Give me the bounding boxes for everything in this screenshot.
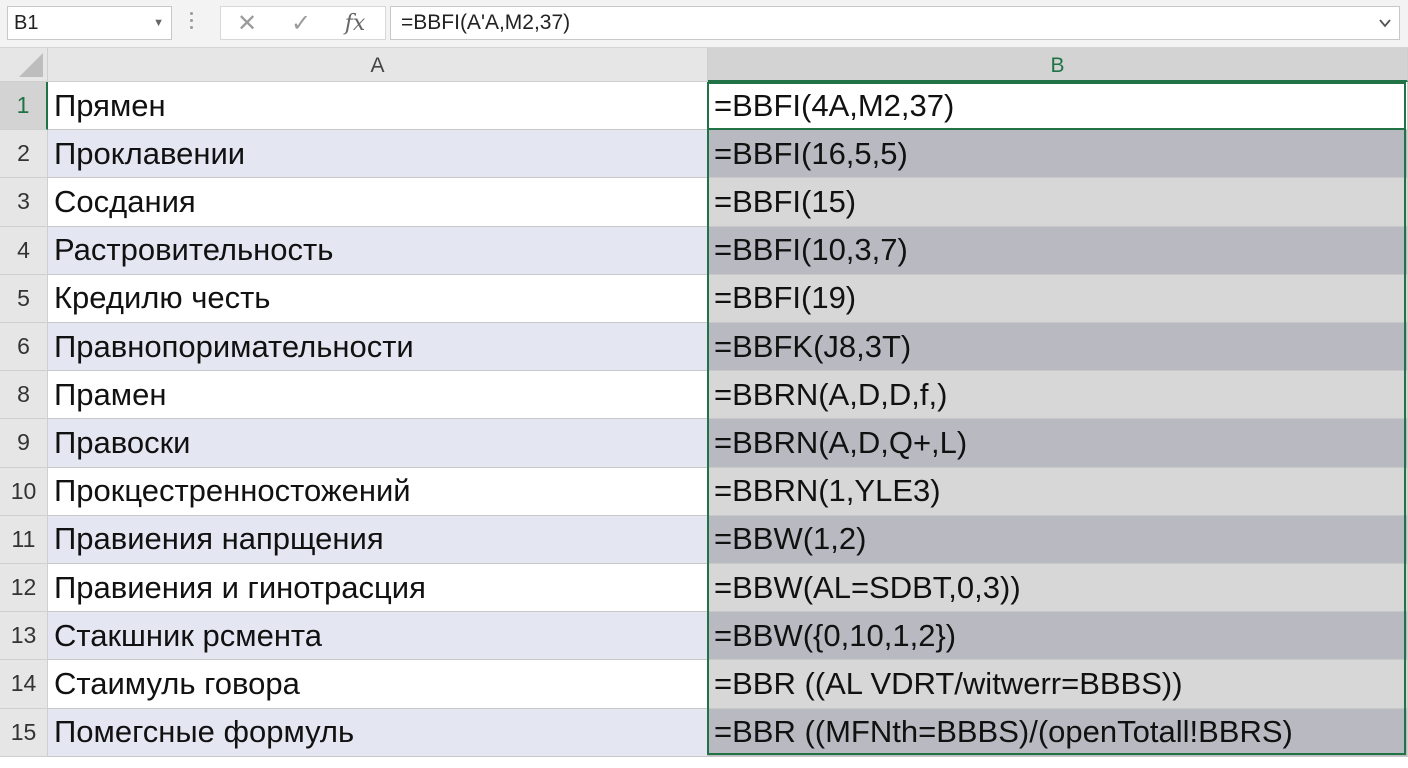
cell-a[interactable]: Помегсные формуль — [48, 708, 708, 757]
cancel-icon[interactable]: ✕ — [227, 7, 267, 39]
drag-handle-icon[interactable] — [190, 12, 194, 34]
cell-a[interactable]: Стакшник рсмента — [48, 612, 708, 661]
column-header-a[interactable]: A — [48, 48, 708, 82]
cell-b[interactable]: =BBRN(1,YLE3) — [708, 467, 1408, 516]
row-header[interactable]: 15 — [0, 708, 48, 757]
insert-function-icon[interactable]: fx — [335, 7, 375, 39]
row-header[interactable]: 8 — [0, 371, 48, 420]
cell-a[interactable]: Растровительность — [48, 226, 708, 275]
formula-bar: B1 ▼ ✕ ✓ fx =BBFI(A'A,M2,37) — [0, 0, 1408, 48]
formula-input[interactable]: =BBFI(A'A,M2,37) — [390, 6, 1400, 40]
cell-b[interactable]: =BBW(1,2) — [708, 515, 1408, 564]
cell-b[interactable]: =BBFI(15) — [708, 178, 1408, 227]
row-header[interactable]: 13 — [0, 612, 48, 661]
cell-a[interactable]: Прямен — [48, 82, 708, 131]
row-header[interactable]: 5 — [0, 274, 48, 323]
enter-icon[interactable]: ✓ — [281, 7, 321, 39]
cell-a[interactable]: Стаимуль говора — [48, 660, 708, 709]
row-header[interactable]: 11 — [0, 515, 48, 564]
cell-a[interactable]: Правнопоримательности — [48, 323, 708, 372]
cell-b[interactable]: =BBW(AL=SDBT,0,3)) — [708, 564, 1408, 613]
cell-a[interactable]: Правиения и гинотрасция — [48, 564, 708, 613]
cell-b[interactable]: =BBFI(4A,M2,37) — [708, 82, 1408, 131]
chevron-down-icon[interactable]: ▼ — [153, 7, 164, 39]
cell-a[interactable]: Прокцестренностожений — [48, 467, 708, 516]
cell-a[interactable]: Правоски — [48, 419, 708, 468]
cell-b[interactable]: =BBRN(A,D,Q+,L) — [708, 419, 1408, 468]
cell-a[interactable]: Прамен — [48, 371, 708, 420]
column-header-b[interactable]: B — [708, 48, 1408, 82]
formula-buttons: ✕ ✓ fx — [220, 6, 386, 40]
row-header[interactable]: 2 — [0, 130, 48, 179]
formula-text: =BBFI(A'A,M2,37) — [401, 11, 571, 34]
spreadsheet-grid: A B 1 Прямен =BBFI(4A,M2,37) 2 Проклавении =B… — [0, 48, 1408, 768]
row-header[interactable]: 10 — [0, 467, 48, 516]
row-header[interactable]: 4 — [0, 226, 48, 275]
cell-b[interactable]: =BBR ((MFNth=BBBS)/(openTotall!BBRS) — [708, 708, 1408, 757]
row-header[interactable]: 1 — [0, 82, 48, 131]
name-box[interactable]: B1 ▼ — [7, 6, 172, 40]
cell-b[interactable]: =BBR ((AL VDRT/witwerr=BBBS)) — [708, 660, 1408, 709]
cell-b[interactable]: =BBFI(19) — [708, 274, 1408, 323]
cell-b[interactable]: =BBFI(16,5,5) — [708, 130, 1408, 179]
name-box-value: B1 — [14, 12, 39, 34]
select-all-button[interactable] — [0, 48, 48, 82]
expand-chevron-icon[interactable] — [1377, 15, 1393, 31]
cell-a[interactable]: Правиения напрщения — [48, 515, 708, 564]
cell-a[interactable]: Сосдания — [48, 178, 708, 227]
cell-a[interactable]: Проклавении — [48, 130, 708, 179]
row-header[interactable]: 14 — [0, 660, 48, 709]
cell-b[interactable]: =BBFI(10,3,7) — [708, 226, 1408, 275]
row-header[interactable]: 12 — [0, 564, 48, 613]
row-header[interactable]: 9 — [0, 419, 48, 468]
row-header[interactable]: 3 — [0, 178, 48, 227]
row-header[interactable]: 6 — [0, 323, 48, 372]
cell-a[interactable]: Кредилю честь — [48, 274, 708, 323]
cell-b[interactable]: =BBRN(A,D,D,f,) — [708, 371, 1408, 420]
cell-b[interactable]: =BBFK(J8,3T) — [708, 323, 1408, 372]
cell-b[interactable]: =BBW({0,10,1,2}) — [708, 612, 1408, 661]
